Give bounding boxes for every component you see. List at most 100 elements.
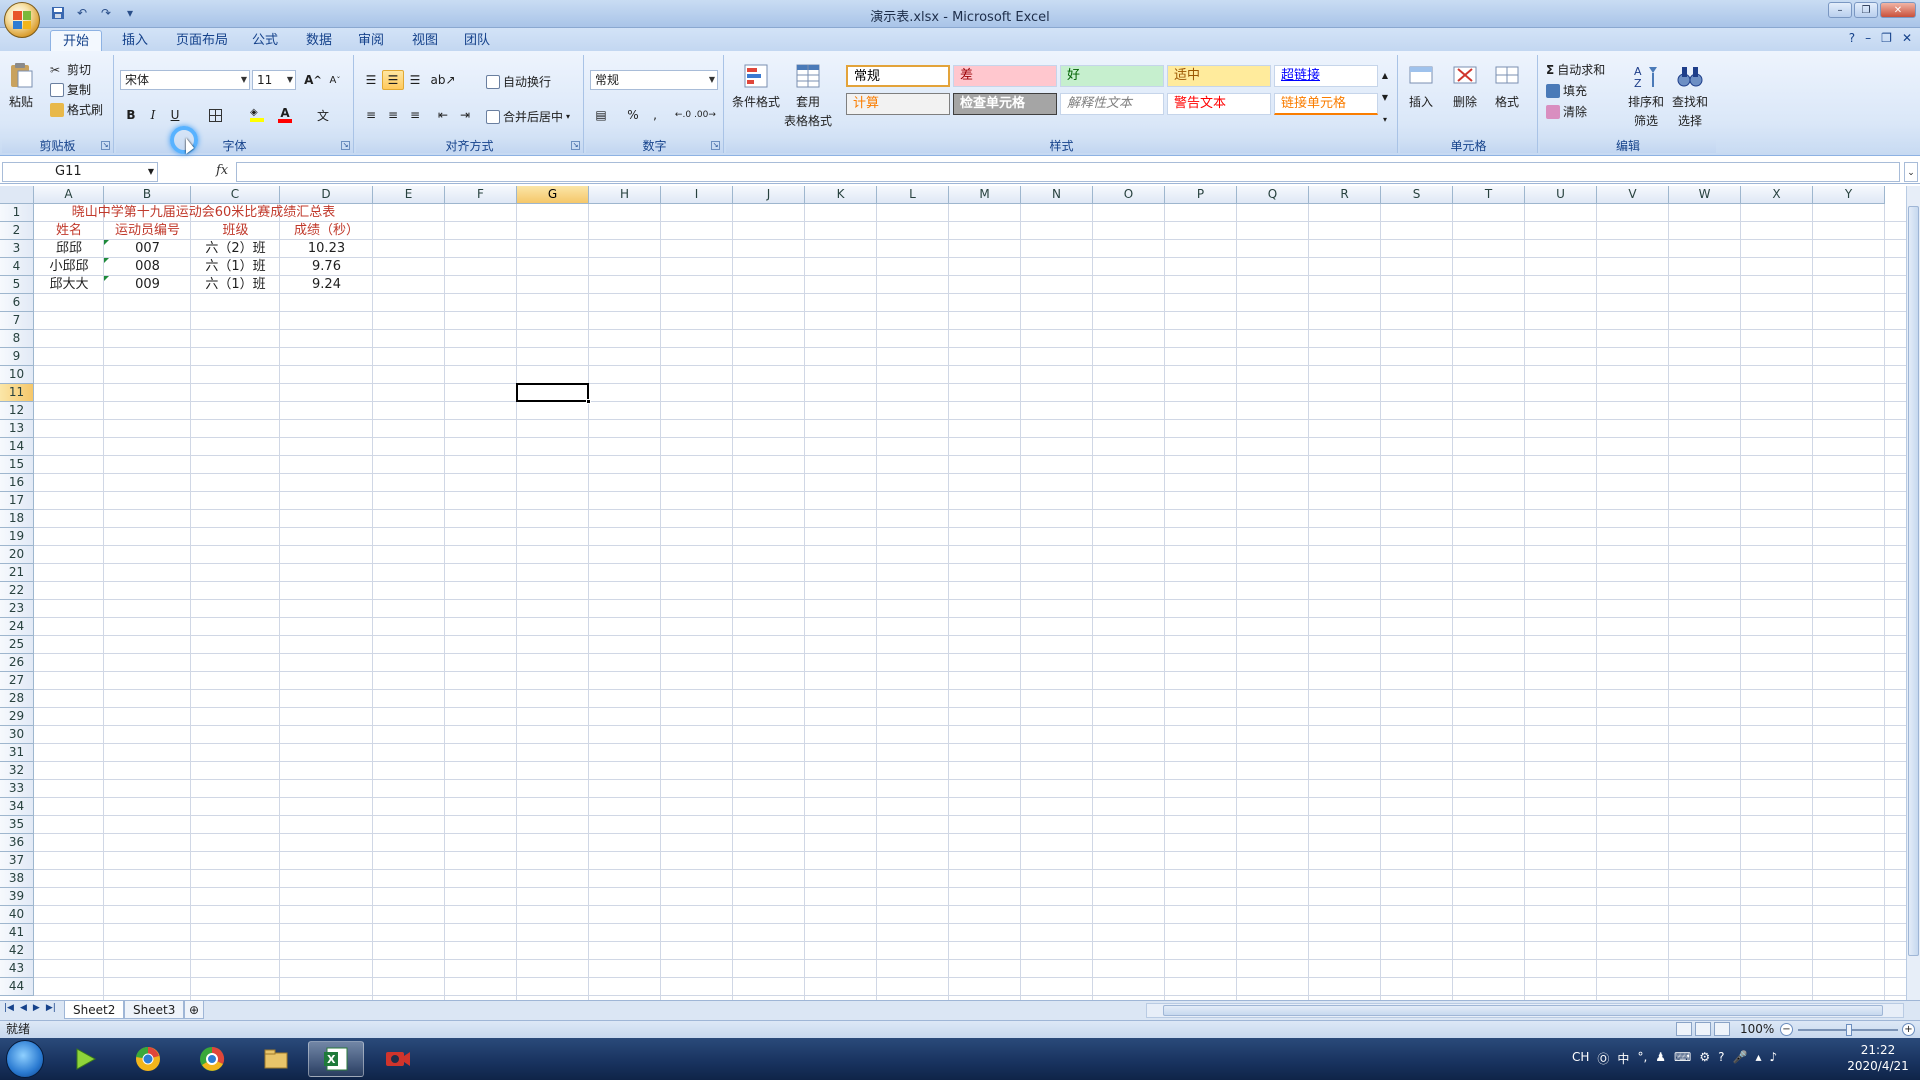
row-header-3[interactable]: 3 <box>0 240 34 258</box>
first-sheet-icon[interactable]: |◀ <box>4 1003 14 1013</box>
gallery-more-icon[interactable]: ▾ <box>1374 109 1396 129</box>
tab-page-layout[interactable]: 页面布局 <box>164 30 240 51</box>
fill-handle[interactable] <box>586 399 591 404</box>
row-header-4[interactable]: 4 <box>0 258 34 276</box>
worksheet-grid[interactable]: ABCDEFGHIJKLMNOPQRSTUVWXY 1 2 3 4 5 6 7 8 9 10 11 1… <box>0 186 1906 1000</box>
style-warning[interactable]: 警告文本 <box>1167 93 1271 115</box>
row-header-14[interactable]: 14 <box>0 438 34 456</box>
row-header-39[interactable]: 39 <box>0 888 34 906</box>
minimize-icon[interactable]: – <box>1828 2 1852 18</box>
column-header-t[interactable]: T <box>1453 186 1525 204</box>
column-header-b[interactable]: B <box>104 186 191 204</box>
row-header-6[interactable]: 6 <box>0 294 34 312</box>
column-header-v[interactable]: V <box>1597 186 1669 204</box>
row-header-32[interactable]: 32 <box>0 762 34 780</box>
cell-d5[interactable]: 9.24 <box>280 276 373 294</box>
row-header-10[interactable]: 10 <box>0 366 34 384</box>
underline-button[interactable]: U <box>164 105 186 125</box>
cell-c4[interactable]: 六（1）班 <box>191 258 280 276</box>
find-select-button[interactable]: 查找和 选择 <box>1672 61 1708 129</box>
horizontal-scroll-thumb[interactable] <box>1163 1005 1883 1016</box>
column-header-a[interactable]: A <box>34 186 104 204</box>
row-header-34[interactable]: 34 <box>0 798 34 816</box>
style-hyperlink[interactable]: 超链接 <box>1274 65 1378 87</box>
select-all-corner[interactable] <box>0 186 34 204</box>
insert-sheet-icon[interactable]: ⊕ <box>184 1001 205 1019</box>
fill-color-button[interactable]: ◈ <box>246 105 268 125</box>
ribbon-restore-icon[interactable]: ❐ <box>1881 31 1892 45</box>
format-cells-button[interactable]: 格式 <box>1492 61 1522 110</box>
zoom-slider-thumb[interactable] <box>1846 1024 1852 1036</box>
start-button-icon[interactable] <box>6 1040 44 1078</box>
gallery-scroll-down-icon[interactable]: ▼ <box>1374 87 1396 107</box>
cell-b2[interactable]: 运动员编号 <box>104 222 191 240</box>
cell-b5[interactable]: 009 <box>104 276 191 294</box>
cell-a2[interactable]: 姓名 <box>34 222 104 240</box>
row-header-27[interactable]: 27 <box>0 672 34 690</box>
grow-font-button[interactable]: A ^ <box>302 70 324 90</box>
ime-icon[interactable]: Ⓞ <box>1597 1050 1609 1067</box>
clipboard-dialog-launcher[interactable]: ↘ <box>101 141 110 150</box>
row-header-24[interactable]: 24 <box>0 618 34 636</box>
user-icon[interactable]: ♟ <box>1655 1050 1666 1067</box>
comma-style-button[interactable]: , <box>644 105 666 125</box>
expand-formula-bar-icon[interactable]: ⌄ <box>1904 162 1918 182</box>
align-right-icon[interactable]: ≡ <box>404 105 426 125</box>
clear-button[interactable]: 清除 <box>1546 103 1587 120</box>
chrome-icon[interactable] <box>184 1041 240 1077</box>
vertical-scrollbar[interactable] <box>1906 186 1920 1000</box>
row-header-38[interactable]: 38 <box>0 870 34 888</box>
cell-a4[interactable]: 小邱邱 <box>34 258 104 276</box>
column-header-m[interactable]: M <box>949 186 1021 204</box>
fill-button[interactable]: 填充 <box>1546 82 1587 99</box>
office-button[interactable] <box>4 2 40 38</box>
recorder-icon[interactable] <box>370 1041 426 1077</box>
row-header-13[interactable]: 13 <box>0 420 34 438</box>
cell-d2[interactable]: 成绩（秒） <box>280 222 373 240</box>
row-header-16[interactable]: 16 <box>0 474 34 492</box>
row-header-8[interactable]: 8 <box>0 330 34 348</box>
tab-team[interactable]: 团队 <box>452 30 502 51</box>
merge-center-button[interactable]: 合并后居中 ▾ <box>486 108 570 125</box>
bold-button[interactable]: B <box>120 105 142 125</box>
sheet-tab-sheet2[interactable]: Sheet2 <box>64 1001 125 1019</box>
column-header-g[interactable]: G <box>517 186 589 204</box>
cell-c5[interactable]: 六（1）班 <box>191 276 280 294</box>
italic-button[interactable]: I <box>142 105 164 125</box>
column-header-o[interactable]: O <box>1093 186 1165 204</box>
cell-c3[interactable]: 六（2）班 <box>191 240 280 258</box>
browser-icon[interactable] <box>120 1041 176 1077</box>
row-header-18[interactable]: 18 <box>0 510 34 528</box>
style-calculation[interactable]: 计算 <box>846 93 950 115</box>
zoom-out-icon[interactable]: − <box>1780 1023 1793 1036</box>
column-header-u[interactable]: U <box>1525 186 1597 204</box>
row-header-41[interactable]: 41 <box>0 924 34 942</box>
format-as-table-button[interactable]: 套用 表格格式 <box>784 61 832 129</box>
column-header-p[interactable]: P <box>1165 186 1237 204</box>
conditional-format-button[interactable]: 条件格式 <box>732 61 780 110</box>
normal-view-icon[interactable] <box>1676 1022 1692 1036</box>
style-explanatory[interactable]: 解释性文本 <box>1060 93 1164 115</box>
column-header-i[interactable]: I <box>661 186 733 204</box>
row-header-36[interactable]: 36 <box>0 834 34 852</box>
cell-b3[interactable]: 007 <box>104 240 191 258</box>
row-header-11[interactable]: 11 <box>0 384 34 402</box>
column-header-s[interactable]: S <box>1381 186 1453 204</box>
tool-icon[interactable]: ⚙ <box>1699 1050 1710 1067</box>
zoom-level[interactable]: 100% <box>1740 1021 1774 1038</box>
insert-cells-button[interactable]: 插入 <box>1406 61 1436 110</box>
row-header-31[interactable]: 31 <box>0 744 34 762</box>
font-size-combo[interactable]: 11 ▼ <box>252 70 296 90</box>
tab-home[interactable]: 开始 <box>50 30 103 51</box>
column-header-k[interactable]: K <box>805 186 877 204</box>
row-header-37[interactable]: 37 <box>0 852 34 870</box>
row-header-1[interactable]: 1 <box>0 204 34 222</box>
horizontal-scrollbar[interactable] <box>1146 1003 1904 1018</box>
style-bad[interactable]: 差 <box>953 65 1057 87</box>
tray-expand-icon[interactable]: ▴ <box>1755 1050 1761 1067</box>
tab-review[interactable]: 审阅 <box>346 30 396 51</box>
column-header-e[interactable]: E <box>373 186 445 204</box>
cell-c2[interactable]: 班级 <box>191 222 280 240</box>
row-header-28[interactable]: 28 <box>0 690 34 708</box>
style-check-cell[interactable]: 检查单元格 <box>953 93 1057 115</box>
